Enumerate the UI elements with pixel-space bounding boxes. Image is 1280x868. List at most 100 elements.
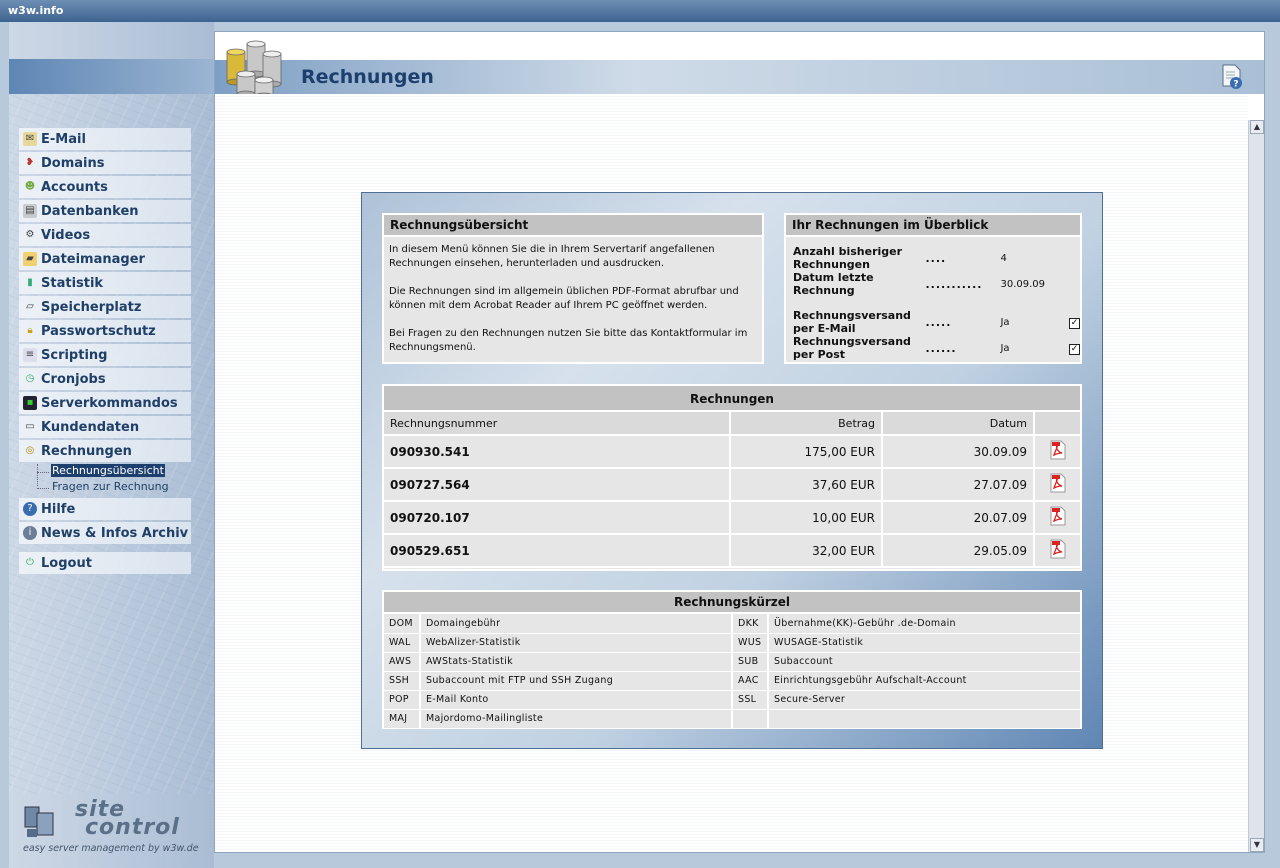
pdf-download-icon[interactable] [1049,506,1067,526]
invoices-panel: Rechnungsübersicht In diesem Menü können… [361,192,1103,749]
nav-label: Statistik [41,275,104,291]
nav-item-storage[interactable]: ▱ Speicherplatz [19,296,191,318]
nav-label: Datenbanken [41,203,139,219]
abbr-code: MAJ [384,709,421,729]
main-content-frame: Rechnungen ? ▲ ▼ Rechnungsübersicht In d… [214,31,1265,853]
pdf-file-icon [1050,539,1065,559]
abbr-code: DKK [732,614,769,634]
help-icon: ? [23,502,37,516]
nav-item-news-archive[interactable]: i News & Infos Archiv [19,522,191,544]
nav-item-accounts[interactable]: ☻ Accounts [19,176,191,198]
nav-item-invoices[interactable]: ◎ Rechnungen [19,440,191,462]
nav-item-customer-data[interactable]: ▭ Kundendaten [19,416,191,438]
folder-icon: ▰ [23,252,37,266]
subnav-item-invoice-questions[interactable]: Fragen zur Rechnung [31,480,191,496]
accounts-icon: ☻ [24,181,36,192]
pdf-file-icon [1050,440,1065,460]
nav-label: Cronjobs [41,371,106,387]
table-row: 090727.564 37,60 EUR 27.07.09 [384,468,1080,502]
abbr-code: AWS [384,652,421,672]
invoice-number: 090720.107 [384,501,731,535]
email-delivery-checkbox[interactable]: ✓ [1069,318,1080,329]
svg-text:?: ? [1233,80,1238,90]
post-delivery-label: Rechnungsversand per Post [793,335,911,361]
video-icon: ⚙ [25,229,35,240]
invoice-count-label: Anzahl bisheriger Rechnungen [793,245,903,271]
abbr-meaning: Secure-Server [768,690,1080,710]
dot-leader: ........... [925,277,983,291]
nav-label: Kundendaten [41,419,140,435]
customer-data-icon: ▭ [25,421,35,432]
invoice-amount: 10,00 EUR [730,501,883,535]
subnav-label: Rechnungsübersicht [51,464,165,477]
last-invoice-label: Datum letzte Rechnung [793,271,874,297]
invoices-table: Rechnungsnummer Betrag Datum 090930.541 … [384,412,1080,568]
lock-icon: 🔒︎ [27,325,33,336]
dot-leader: ...... [925,341,957,355]
table-row: WAL WebAlizer-Statistik WUS WUSAGE-Statisti… [384,633,1080,653]
table-row: MAJ Majordomo-Mailingliste [384,709,1080,729]
nav-item-server-commands[interactable]: ▪ Serverkommandos [19,392,191,414]
nav-item-databases[interactable]: ▤ Datenbanken [19,200,191,222]
nav-item-file-manager[interactable]: ▰ Dateimanager [19,248,191,270]
abbr-code: AAC [732,671,769,691]
nav-item-scripting[interactable]: ≡ Scripting [19,344,191,366]
logout-button[interactable]: ⏻ Logout [19,552,191,574]
main-navigation: ✉ E-Mail ❥ Domains ☻ Accounts ▤ Datenbanken … [19,128,191,576]
scroll-down-button[interactable]: ▼ [1250,838,1264,852]
abbr-meaning: Majordomo-Mailingliste [420,709,733,729]
nav-label: Accounts [41,179,108,195]
pdf-download-icon[interactable] [1049,539,1067,559]
nav-item-email[interactable]: ✉ E-Mail [19,128,191,150]
table-row: 090720.107 10,00 EUR 20.07.09 [384,501,1080,535]
invoice-date: 20.07.09 [882,501,1035,535]
pdf-download-icon[interactable] [1049,473,1067,493]
invoice-amount: 32,00 EUR [730,534,883,568]
subnav-label: Fragen zur Rechnung [52,480,169,493]
nav-label: Passwortschutz [41,323,156,339]
table-row: 090529.651 32,00 EUR 29.05.09 [384,534,1080,568]
nav-item-domains[interactable]: ❥ Domains [19,152,191,174]
vertical-scrollbar[interactable]: ▲ ▼ [1248,120,1264,852]
abbreviations-table: DOM Domaingebühr DKK Übernahme(KK)-Gebühr .… [384,614,1080,729]
abbr-code: POP [384,690,421,710]
pdf-download-icon[interactable] [1049,440,1067,460]
nav-item-cronjobs[interactable]: ◷ Cronjobs [19,368,191,390]
script-icon: ≡ [23,348,37,362]
invoice-number: 090529.651 [384,534,731,568]
post-delivery-checkbox[interactable]: ✓ [1069,344,1080,355]
overview-paragraph: Die Rechnungen sind im allgemein übliche… [389,286,739,311]
nav-item-password-protection[interactable]: 🔒︎ Passwortschutz [19,320,191,342]
abbr-code: WUS [732,633,769,653]
nav-item-statistics[interactable]: ▮ Statistik [19,272,191,294]
nav-label: Serverkommandos [41,395,178,411]
nav-label: News & Infos Archiv [41,525,189,541]
disk-icon: ▱ [26,301,34,312]
column-header-amount: Betrag [730,412,883,436]
abbr-meaning [768,709,1080,729]
scroll-up-button[interactable]: ▲ [1250,120,1264,134]
window-title: w3w.info [8,4,64,17]
subnav-item-invoice-overview[interactable]: Rechnungsübersicht [31,464,191,480]
nav-label: Videos [41,227,91,243]
page-header: Rechnungen [215,60,1264,94]
abbr-code: SUB [732,652,769,672]
invoices-table-title: Rechnungen [384,386,1080,412]
summary-box: Ihr Rechnungen im Überblick Anzahl bishe… [784,213,1082,364]
pdf-file-icon [1050,473,1065,493]
email-delivery-label: Rechnungsversand per E-Mail [793,309,911,335]
logo-tagline: easy server management by w3w.de [23,843,199,854]
post-delivery-value: Ja [1000,342,1010,354]
abbr-meaning: Subaccount [768,652,1080,672]
server-logo-icon [24,806,54,837]
sidebar-header-band [9,59,214,94]
nav-item-videos[interactable]: ⚙ Videos [19,224,191,246]
help-document-icon[interactable]: ? [1221,64,1243,90]
nav-label: Speicherplatz [41,299,142,315]
domains-icon: ❥ [25,157,35,168]
nav-label: Domains [41,155,105,171]
overview-box: Rechnungsübersicht In diesem Menü können… [382,213,764,364]
nav-item-help[interactable]: ? Hilfe [19,498,191,520]
coins-icon [226,40,282,100]
site-control-logo: site control easy server management by w… [19,797,209,857]
